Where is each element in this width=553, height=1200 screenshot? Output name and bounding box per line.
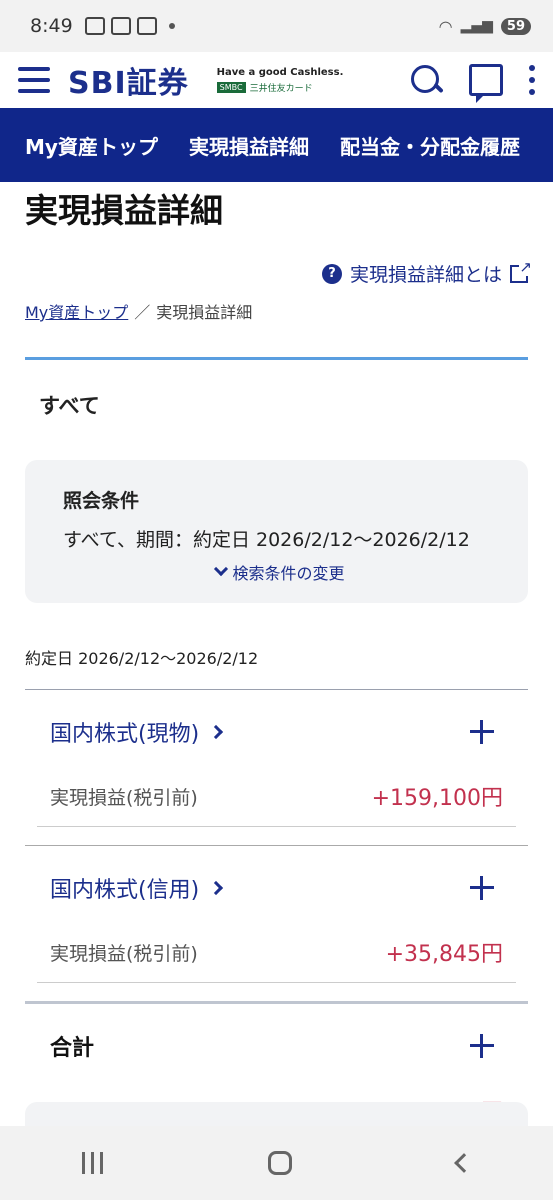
chevron-right-icon [209, 724, 224, 740]
tab-all[interactable]: すべて [39, 390, 528, 420]
header-actions [409, 63, 535, 103]
promo-card-brand: SMBC 三井住友カード [216, 81, 344, 94]
sbi-logo[interactable]: SBI証券 [68, 58, 189, 102]
search-condition-box: 照会条件 すべて、期間：約定日 2026/2/12〜2026/2/12 検索条件… [25, 460, 528, 603]
signal-icon: ▂▄▆ [460, 18, 493, 34]
condition-title: 照会条件 [63, 490, 140, 512]
nav-item-dividends[interactable]: 配当金・分配金履歴 [340, 131, 520, 160]
nav-item-my-assets[interactable]: My資産トップ [25, 131, 158, 160]
calendar-app-icon [110, 17, 131, 35]
recents-icon[interactable] [82, 1152, 104, 1174]
app-header: SBI証券 Have a good Cashless. SMBC 三井住友カード [0, 52, 553, 108]
breadcrumb-separator: ／ [134, 303, 151, 322]
search-icon[interactable] [409, 63, 443, 97]
mail-app-icon [136, 17, 157, 35]
section-title-link[interactable]: 国内株式(信用) [50, 872, 224, 904]
smbc-badge: SMBC [216, 81, 246, 93]
section-title: 国内株式(現物) [50, 722, 200, 747]
pnl-value: +35,845円 [385, 942, 503, 967]
main-nav: My資産トップ 実現損益詳細 配当金・分配金履歴 [0, 108, 553, 182]
chevron-down-icon [214, 561, 229, 577]
notification-icons [84, 17, 175, 35]
help-link[interactable]: ? 実現損益詳細とは [25, 257, 532, 287]
section-title: 国内株式(信用) [50, 878, 200, 903]
system-nav-bar [0, 1126, 553, 1200]
chevron-right-icon [209, 880, 224, 896]
section-header: 国内株式(現物) [37, 716, 516, 748]
menu-icon[interactable] [18, 67, 50, 93]
section-header: 国内株式(信用) [37, 872, 516, 904]
period-label: 約定日 2026/2/12〜2026/2/12 [25, 649, 259, 668]
external-link-icon [510, 257, 532, 283]
nav-item-realized-pnl[interactable]: 実現損益詳細 [189, 131, 309, 160]
promo-banner[interactable]: Have a good Cashless. SMBC 三井住友カード [216, 66, 344, 94]
section-header: 合計 [37, 1030, 516, 1062]
change-condition-button[interactable]: 検索条件の変更 [63, 560, 498, 584]
battery-icon: 59 [500, 17, 531, 35]
status-time: 8:49 [30, 15, 73, 37]
more-vert-icon[interactable] [529, 65, 535, 95]
condition-text: すべて、期間：約定日 2026/2/12〜2026/2/12 [63, 529, 470, 551]
pnl-label: 実現損益(税引前) [50, 942, 198, 965]
tab-rule [25, 357, 528, 360]
section-title: 合計 [50, 1036, 95, 1061]
section-domestic-stock-cash: 国内株式(現物) 実現損益(税引前) +159,100円 [25, 689, 528, 845]
promo-tagline: Have a good Cashless. [216, 66, 344, 78]
status-right: ◠ ▂▄▆ 59 [439, 17, 531, 36]
chat-icon[interactable] [469, 64, 503, 103]
pnl-label: 実現損益(税引前) [50, 786, 198, 809]
page-title: 実現損益詳細 [25, 191, 223, 230]
more-notifications-icon [168, 23, 175, 29]
breadcrumb: My資産トップ ／ 実現損益詳細 [25, 299, 528, 323]
expand-plus-icon[interactable] [470, 720, 494, 744]
wifi-icon: ◠ [438, 16, 453, 36]
promo-card-name: 三井住友カード [249, 83, 313, 94]
breadcrumb-home[interactable]: My資産トップ [25, 299, 128, 323]
expand-plus-icon[interactable] [470, 1034, 494, 1058]
section-domestic-stock-margin: 国内株式(信用) 実現損益(税引前) +35,845円 [25, 845, 528, 1001]
expand-plus-icon[interactable] [470, 876, 494, 900]
pnl-row: 実現損益(税引前) +159,100円 [37, 780, 516, 827]
pnl-value: +159,100円 [371, 786, 503, 811]
help-icon: ? [321, 263, 342, 284]
status-bar: 8:49 ◠ ▂▄▆ 59 [0, 0, 553, 52]
help-link-label: 実現損益詳細とは [349, 264, 502, 286]
home-icon[interactable] [267, 1151, 292, 1175]
section-title-link[interactable]: 国内株式(現物) [50, 716, 224, 748]
pnl-row: 実現損益(税引前) +35,845円 [37, 936, 516, 983]
chart-app-icon [84, 17, 105, 35]
breadcrumb-current: 実現損益詳細 [156, 303, 253, 322]
main-content: 実現損益詳細 ? 実現損益詳細とは My資産トップ ／ 実現損益詳細 すべて 照… [25, 182, 532, 1176]
back-icon[interactable] [453, 1153, 474, 1173]
change-condition-label: 検索条件の変更 [232, 564, 345, 583]
